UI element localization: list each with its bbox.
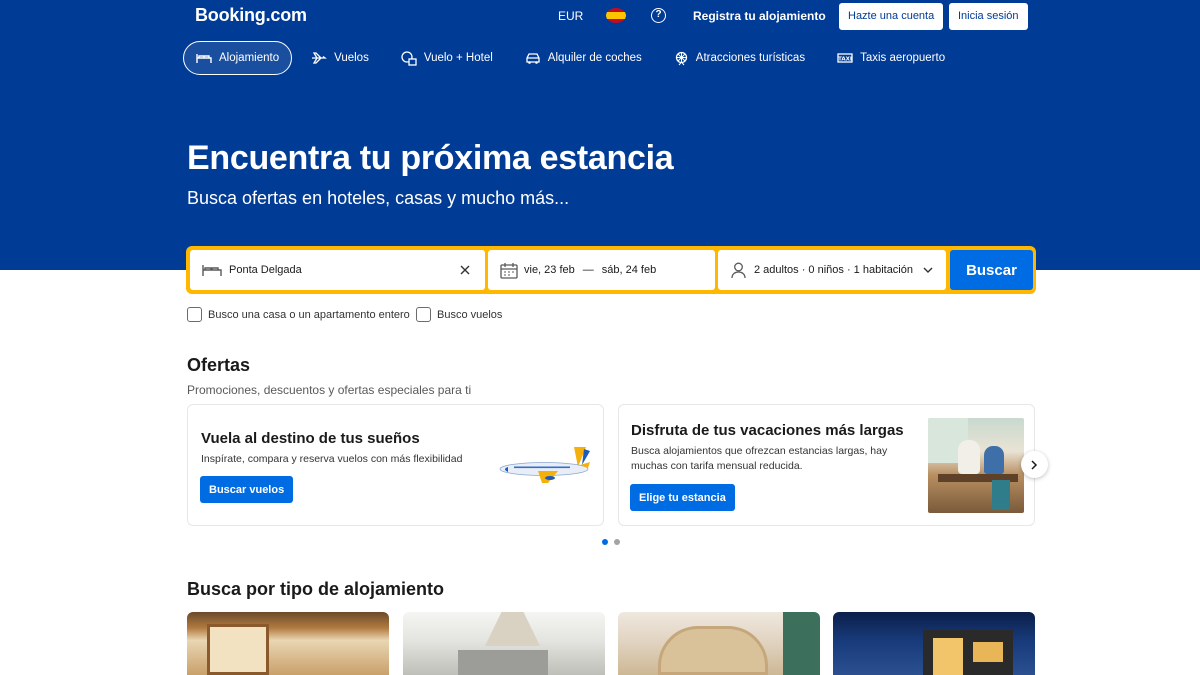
chevron-down-icon[interactable] bbox=[923, 267, 933, 274]
occupancy-field[interactable]: 2 adultos · 0 niños · 1 habitación bbox=[718, 250, 946, 290]
tile-detail bbox=[207, 624, 269, 675]
checkbox-box[interactable] bbox=[416, 307, 431, 322]
property-type-villas[interactable] bbox=[833, 612, 1035, 675]
calendar-icon bbox=[500, 262, 518, 279]
tile-detail bbox=[933, 638, 963, 675]
airplane-illustration bbox=[499, 447, 590, 483]
date-field[interactable]: vie, 23 feb — sáb, 24 feb bbox=[488, 250, 715, 290]
choose-stay-button[interactable]: Elige tu estancia bbox=[630, 484, 735, 511]
sign-up-button[interactable]: Hazte una cuenta bbox=[839, 3, 944, 30]
carousel-next-button[interactable] bbox=[1021, 451, 1048, 478]
tab-label: Vuelo + Hotel bbox=[423, 52, 493, 64]
checkbox-label: Busco vuelos bbox=[437, 308, 503, 321]
currency-selector[interactable]: EUR bbox=[558, 9, 583, 23]
sign-in-button[interactable]: Inicia sesión bbox=[949, 3, 1028, 30]
card-title: Disfruta de tus vacaciones más largas bbox=[631, 422, 904, 439]
booking-logo[interactable]: Booking.com bbox=[195, 5, 307, 26]
tab-alquiler-coches[interactable]: Alquiler de coches bbox=[512, 41, 655, 75]
family-photo bbox=[928, 418, 1024, 513]
whole-home-checkbox[interactable]: Busco una casa o un apartamento entero bbox=[187, 307, 410, 322]
plane-icon bbox=[312, 52, 328, 64]
property-types-title: Busca por tipo de alojamiento bbox=[187, 579, 445, 599]
register-property-link[interactable]: Registra tu alojamiento bbox=[693, 9, 826, 23]
chevron-right-icon bbox=[1031, 459, 1038, 470]
taxi-icon: TAXI bbox=[837, 53, 853, 63]
card-text-line: Busca alojamientos que ofrezcan estancia… bbox=[631, 445, 888, 457]
clear-icon[interactable] bbox=[460, 265, 470, 275]
search-button[interactable]: Buscar bbox=[950, 250, 1033, 290]
tab-vuelos[interactable]: Vuelos bbox=[298, 41, 382, 75]
tab-label: Vuelos bbox=[334, 52, 369, 64]
flights-checkbox[interactable]: Busco vuelos bbox=[416, 307, 502, 322]
destination-input[interactable]: Ponta Delgada bbox=[229, 264, 302, 276]
offers-title: Ofertas bbox=[187, 355, 251, 375]
occupancy-value: 2 adultos · 0 niños · 1 habitación bbox=[754, 264, 913, 276]
carousel-dot[interactable] bbox=[614, 539, 620, 545]
hero-title: Encuentra tu próxima estancia bbox=[187, 139, 674, 177]
checkbox-box[interactable] bbox=[187, 307, 202, 322]
checkin-date[interactable]: vie, 23 feb bbox=[524, 264, 575, 276]
tile-detail bbox=[973, 642, 1003, 662]
tile-detail bbox=[658, 626, 768, 675]
tab-label: Taxis aeropuerto bbox=[860, 52, 946, 64]
card-text-line: muchas con tarifa mensual reducida. bbox=[631, 460, 803, 472]
search-flights-button[interactable]: Buscar vuelos bbox=[200, 476, 294, 503]
card-title: Vuela al destino de tus sueños bbox=[201, 430, 420, 447]
tab-label: Alojamiento bbox=[219, 52, 280, 64]
product-nav: Alojamiento Vuelos Vuelo + Hotel Alquile… bbox=[183, 41, 964, 75]
tile-detail bbox=[458, 650, 548, 675]
svg-text:TAXI: TAXI bbox=[838, 57, 852, 63]
photo-person bbox=[984, 446, 1004, 474]
person-icon bbox=[731, 262, 746, 278]
offer-card-flights[interactable]: Vuela al destino de tus sueños Inspírate… bbox=[187, 404, 604, 526]
bed-icon bbox=[196, 54, 212, 63]
search-bar: Ponta Delgada vie, 23 feb — sáb, 24 feb … bbox=[186, 246, 1036, 294]
tab-taxis[interactable]: TAXI Taxis aeropuerto bbox=[824, 41, 958, 75]
checkbox-label: Busco una casa o un apartamento entero bbox=[208, 308, 410, 321]
carousel-dot-active[interactable] bbox=[602, 539, 608, 545]
help-icon[interactable]: ? bbox=[651, 8, 666, 23]
offer-card-long-stays[interactable]: Disfruta de tus vacaciones más largas Bu… bbox=[618, 404, 1035, 526]
hero-subtitle: Busca ofertas en hoteles, casas y mucho … bbox=[187, 188, 570, 208]
tile-detail bbox=[783, 612, 820, 675]
destination-field[interactable]: Ponta Delgada bbox=[190, 250, 485, 290]
spain-flag-icon[interactable] bbox=[606, 8, 626, 23]
offers-subtitle: Promociones, descuentos y ofertas especi… bbox=[187, 383, 472, 397]
tab-label: Atracciones turísticas bbox=[695, 52, 806, 64]
plane-hotel-icon bbox=[401, 50, 417, 66]
tile-detail bbox=[485, 612, 540, 646]
photo-person bbox=[958, 440, 980, 474]
card-text: Inspírate, compara y reserva vuelos con … bbox=[201, 453, 463, 465]
tab-alojamiento[interactable]: Alojamiento bbox=[183, 41, 293, 75]
date-separator: — bbox=[582, 264, 594, 276]
tab-atracciones[interactable]: Atracciones turísticas bbox=[661, 41, 818, 75]
tab-vuelo-hotel[interactable]: Vuelo + Hotel bbox=[388, 41, 506, 75]
checkout-date[interactable]: sáb, 24 feb bbox=[602, 264, 656, 276]
photo-chair bbox=[992, 480, 1010, 510]
tab-label: Alquiler de coches bbox=[547, 52, 642, 64]
car-icon bbox=[526, 52, 540, 64]
property-type-apartments[interactable] bbox=[403, 612, 605, 675]
bed-icon bbox=[202, 265, 222, 276]
property-type-resorts[interactable] bbox=[618, 612, 820, 675]
ferris-wheel-icon bbox=[675, 51, 687, 65]
property-type-hotels[interactable] bbox=[187, 612, 389, 675]
